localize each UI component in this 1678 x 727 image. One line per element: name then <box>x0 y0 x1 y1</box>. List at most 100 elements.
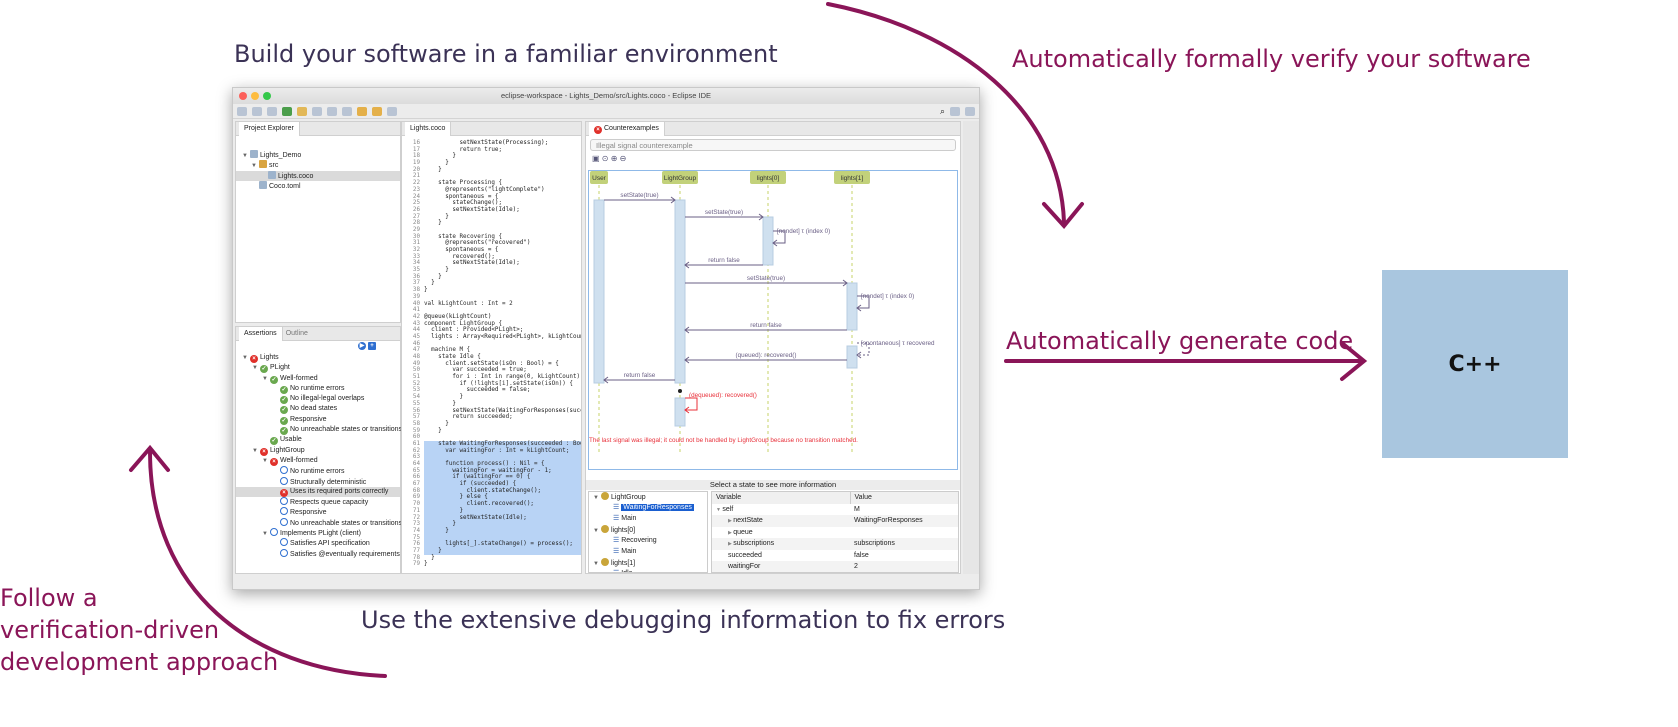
search-icon[interactable]: ⌕ <box>940 106 945 117</box>
code-line: 24 spontaneous = { <box>402 194 581 201</box>
zoom-in-icon[interactable]: ⊕ <box>611 154 618 163</box>
assertion-item[interactable]: ▼ × Well-formed <box>236 456 400 466</box>
assertion-item[interactable]: Responsive <box>236 507 400 517</box>
explorer-item[interactable]: ▼ Lights_Demo <box>236 150 400 160</box>
code-text: function process() : Nil = { <box>424 461 581 468</box>
expand-icon[interactable]: ▼ <box>262 374 270 384</box>
assertion-item[interactable]: ✓ No unreachable states or transitions <box>236 425 402 436</box>
zoom-fit-icon[interactable]: ⊙ <box>602 154 609 163</box>
state-label: Idle <box>621 570 632 572</box>
state-item[interactable]: ☰ Main <box>589 547 707 558</box>
state-item[interactable]: ☰ Idle <box>589 569 707 572</box>
assertion-item[interactable]: Satisfies API specification <box>236 538 400 548</box>
next-annotation-icon[interactable] <box>327 106 337 116</box>
variable-row[interactable]: waitingFor 2 <box>712 561 958 572</box>
assertion-item[interactable]: ✓ Responsive <box>236 415 400 425</box>
state-item[interactable]: ☰ Recovering <box>589 536 707 547</box>
expand-icon[interactable]: ▼ <box>252 446 260 456</box>
assertion-item[interactable]: ✓ No dead states <box>236 404 400 415</box>
expand-icon[interactable]: ▼ <box>262 456 270 466</box>
assertion-item[interactable]: × Uses its required ports correctly <box>236 486 400 498</box>
prev-annotation-icon[interactable] <box>342 106 352 116</box>
expand-all-icon[interactable]: + <box>368 342 376 350</box>
assertion-item[interactable]: ▼ ✓ Well-formed <box>236 374 400 384</box>
back-icon[interactable] <box>357 106 367 116</box>
assertion-item[interactable]: No runtime errors <box>236 466 400 476</box>
assertion-item[interactable]: ▼ × Lights <box>236 353 400 363</box>
expand-icon[interactable]: ▼ <box>242 353 250 363</box>
variable-row[interactable]: ▶ subscriptions subscriptions <box>712 538 958 550</box>
state-item[interactable]: ▼ LightGroup <box>589 492 707 503</box>
assertion-item[interactable]: ▼ × LightGroup <box>236 446 400 456</box>
variable-row[interactable]: ▼ self M <box>712 504 958 516</box>
minimize-window-button[interactable] <box>251 92 259 100</box>
open-icon[interactable] <box>297 106 307 116</box>
code-editor[interactable]: 16 setNextState(Processing); 17 return tr… <box>402 136 581 568</box>
assertion-item[interactable]: ✓ No illegal-legal overlaps <box>236 394 400 405</box>
expand-icon[interactable]: ▼ <box>593 559 601 569</box>
variable-name-cell: ▼ self <box>712 504 850 516</box>
close-window-button[interactable] <box>239 92 247 100</box>
maximize-window-button[interactable] <box>263 92 271 100</box>
state-item[interactable]: ☰ WaitingForResponses <box>589 503 707 514</box>
code-line: 35 } <box>402 267 581 274</box>
assertion-item[interactable]: ✓ Usable <box>236 435 400 446</box>
state-item[interactable]: ▼ lights[0] <box>589 525 707 536</box>
perspective-icon[interactable] <box>950 106 960 116</box>
coco-perspective-icon[interactable] <box>965 106 975 116</box>
tab-outline[interactable]: Outline <box>286 330 308 337</box>
code-line: 73 } <box>402 521 581 528</box>
line-number: 23 <box>412 186 420 193</box>
code-text: } <box>424 527 581 535</box>
tab-project-explorer[interactable]: Project Explorer <box>239 121 300 136</box>
line-number: 42 <box>412 313 420 320</box>
variable-row[interactable]: succeeded false <box>712 550 958 562</box>
column-variable[interactable]: Variable <box>712 492 851 504</box>
state-item[interactable]: ☰ Main <box>589 514 707 525</box>
explorer-item[interactable]: ▼ src <box>236 160 400 170</box>
code-line: 44 client : Provided<PLight>; <box>402 327 581 334</box>
run-icon[interactable] <box>282 106 292 116</box>
assertion-item[interactable]: ✓ No runtime errors <box>236 384 400 394</box>
tool-icon[interactable] <box>312 106 322 116</box>
explorer-item[interactable]: Coco.toml <box>236 180 400 191</box>
code-line: 42 @queue(kLightCount) <box>402 314 581 321</box>
expand-icon[interactable]: ▼ <box>252 363 260 373</box>
line-number: 61 <box>412 440 420 447</box>
code-line: 16 setNextState(Processing); <box>402 140 581 147</box>
save-all-icon[interactable] <box>267 106 277 116</box>
assertion-item[interactable]: Respects queue capacity <box>236 497 400 507</box>
error-icon: × <box>280 488 288 497</box>
expand-icon[interactable]: ▼ <box>593 526 601 536</box>
code-line: 43 component LightGroup { <box>402 321 581 328</box>
tab-counterexamples[interactable]: Counterexamples <box>604 125 659 132</box>
forward-icon[interactable] <box>372 106 382 116</box>
explorer-item[interactable]: Lights.coco <box>236 170 400 181</box>
assertion-item[interactable]: Structurally deterministic <box>236 476 400 487</box>
assertion-item[interactable]: ▼ ✓ PLight <box>236 363 400 374</box>
assertion-item[interactable]: No unreachable states or transitions <box>236 517 402 528</box>
counterexample-selector[interactable]: Illegal signal counterexample <box>590 139 956 151</box>
variable-row[interactable]: ▶ queue <box>712 527 958 539</box>
column-value[interactable]: Value <box>850 492 958 504</box>
assertions-toolbar: ▶ + <box>236 341 400 353</box>
assertion-item[interactable]: Satisfies @eventually requirements <box>236 548 400 559</box>
save-diagram-icon[interactable]: ▣ <box>592 154 600 163</box>
variable-name-cell: ▶ subscriptions <box>712 538 850 550</box>
code-text: } <box>424 394 464 401</box>
state-item[interactable]: ▼ lights[1] <box>589 558 707 569</box>
pin-icon[interactable] <box>387 106 397 116</box>
tab-lights-coco[interactable]: Lights.coco <box>405 122 452 136</box>
expand-icon[interactable]: ▼ <box>593 493 601 503</box>
save-icon[interactable] <box>252 106 262 116</box>
variable-value: 2 <box>850 561 958 572</box>
run-checks-icon[interactable]: ▶ <box>358 342 366 350</box>
assertion-label: Structurally deterministic <box>290 478 367 486</box>
line-number: 57 <box>412 414 420 421</box>
assertion-item[interactable]: ▼ Implements PLight (client) <box>236 528 400 538</box>
assertion-label: PLight <box>270 364 290 372</box>
zoom-out-icon[interactable]: ⊖ <box>620 154 627 163</box>
new-icon[interactable] <box>237 106 247 116</box>
variable-row[interactable]: ▶ nextState WaitingForResponses <box>712 515 958 527</box>
tab-assertions[interactable]: Assertions <box>239 326 283 341</box>
